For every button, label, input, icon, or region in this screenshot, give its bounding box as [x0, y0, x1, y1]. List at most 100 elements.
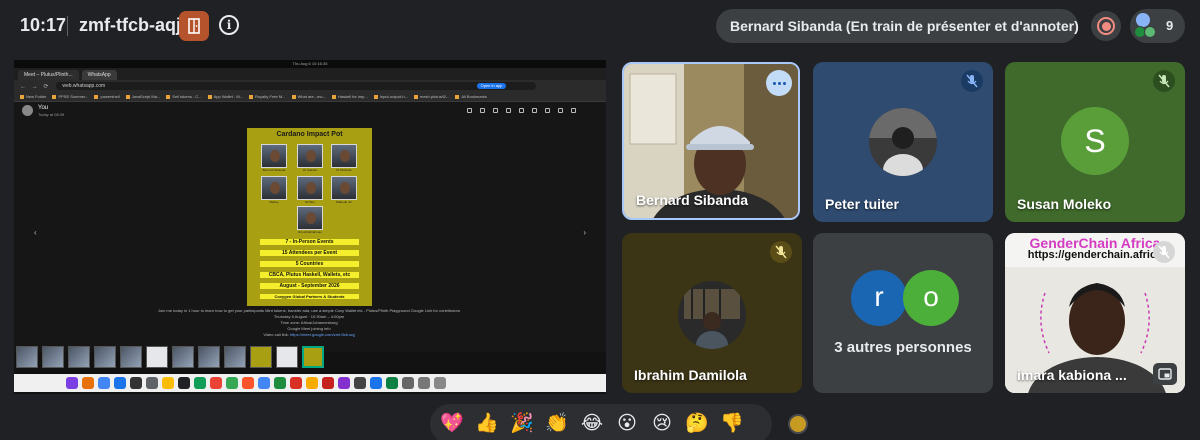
- avatar: o: [903, 270, 959, 326]
- app-icon: [146, 377, 158, 389]
- bookmark: All Bookmarks: [455, 94, 487, 99]
- app-icon: [82, 377, 94, 389]
- open-in-app-button: Open in app: [476, 83, 507, 89]
- speaker-photo: [297, 144, 323, 168]
- app-icon: [210, 377, 222, 389]
- description-line: Video call link: https://meet.google.com…: [144, 332, 474, 338]
- app-icon: [162, 377, 174, 389]
- shared-screen[interactable]: Thu Aug 6 10:16:35 Meet – Plutus/Plinth.…: [14, 60, 606, 394]
- speaker-caption: Olabode Jnr: [335, 200, 353, 204]
- info-icon[interactable]: i: [219, 15, 239, 35]
- reaction-laugh[interactable]: 😂: [576, 407, 608, 439]
- app-icon: [194, 377, 206, 389]
- taskbar-apps: [66, 377, 446, 389]
- poster-line: 15 Attendees per Event: [260, 250, 359, 256]
- bookmark: JavaScript Ma...: [126, 94, 161, 99]
- thumbnail: [250, 346, 272, 368]
- more-options-button[interactable]: [766, 70, 792, 96]
- app-icon: [386, 377, 398, 389]
- participants-button[interactable]: 9: [1130, 9, 1185, 43]
- bookmark: Input-output-h...: [374, 94, 408, 99]
- avatar: [22, 105, 33, 116]
- os-clock: Thu Aug 6 10:16:35: [14, 60, 606, 68]
- participant-tile-peter[interactable]: Peter tuiter: [813, 62, 993, 222]
- participant-name: Bernard Sibanda: [636, 192, 749, 208]
- event-poster: Cardano Impact Pot Bernard Sibanda Dr Ga…: [247, 128, 372, 306]
- app-icon: [274, 377, 286, 389]
- participant-count: 9: [1166, 18, 1174, 33]
- door-icon: [188, 18, 200, 34]
- speaker-photo: [297, 206, 323, 230]
- app-icon: [338, 377, 350, 389]
- speaker-caption: Dr Gabriel: [303, 168, 317, 172]
- media-header: You Today at 08:39: [14, 102, 606, 120]
- thumbnail: [276, 346, 298, 368]
- participant-tile-bernard[interactable]: Bernard Sibanda: [622, 62, 800, 220]
- top-bar: 10:17 zmf-tfcb-aqj i Bernard Sibanda (En…: [0, 0, 1200, 52]
- app-icon: [290, 377, 302, 389]
- bookmark: Haskell for imp...: [332, 94, 368, 99]
- bookmark: App Wallet - M...: [208, 94, 243, 99]
- presenter-chip[interactable]: Bernard Sibanda (En train de présenter e…: [716, 9, 1079, 43]
- thumbnail: [16, 346, 38, 368]
- reaction-surprised[interactable]: 😮: [611, 407, 643, 439]
- thumbnail: [198, 346, 220, 368]
- url-bar: web.whatsapp.com Open in app: [56, 82, 537, 90]
- bookmarks-bar: New Folder PPSE Summer... powershell Jav…: [14, 92, 606, 102]
- avatar: [1144, 26, 1156, 38]
- participant-name: Susan Moleko: [1017, 196, 1112, 212]
- avatar: r: [851, 270, 907, 326]
- poster-line: 5 Countries: [260, 261, 359, 267]
- app-icon: [226, 377, 238, 389]
- bookmark: PPSE Summer...: [52, 94, 88, 99]
- thumbnail: [120, 346, 142, 368]
- picture-in-picture-button[interactable]: [1153, 363, 1177, 385]
- speaker-photo: [331, 144, 357, 168]
- app-icon: [66, 377, 78, 389]
- poster-line: 7 - In-Person Events: [260, 239, 359, 245]
- participant-tile-imara[interactable]: GenderChain Africa https://genderchain.a…: [1005, 233, 1185, 393]
- app-icon: [178, 377, 190, 389]
- meeting-code: zmf-tfcb-aqj: [79, 15, 181, 35]
- speaker-photo: [297, 176, 323, 200]
- speaker-photo: [261, 144, 287, 168]
- nav-arrows-icon: ← → ⟳: [20, 83, 51, 90]
- recording-button[interactable]: [1091, 11, 1121, 41]
- pip-icon: [1158, 368, 1172, 380]
- participant-tile-others[interactable]: r o 3 autres personnes: [813, 233, 993, 393]
- reaction-clap[interactable]: 👏: [541, 407, 573, 439]
- reaction-sad[interactable]: 😢: [646, 407, 678, 439]
- app-icon: [354, 377, 366, 389]
- poster-line: August - September 2026: [260, 283, 359, 289]
- thumbnail: [68, 346, 90, 368]
- whatsapp-media-viewer: You Today at 08:39 ‹ › Cardano Impact Po…: [14, 102, 606, 352]
- reaction-thumbs-up[interactable]: 👍: [471, 407, 503, 439]
- skin-tone-button[interactable]: [788, 414, 808, 434]
- app-icon: [418, 377, 430, 389]
- participant-tile-susan[interactable]: S Susan Moleko: [1005, 62, 1185, 222]
- presenter-label: Bernard Sibanda (En train de présenter e…: [730, 18, 1079, 34]
- record-icon: [1097, 17, 1115, 35]
- chevron-left-icon: ‹: [34, 228, 37, 237]
- app-icon: [130, 377, 142, 389]
- bookmark: What are...mo...: [292, 94, 326, 99]
- reaction-party[interactable]: 🎉: [506, 407, 538, 439]
- browser-tabs: Meet – Plutus/Plinth... WhatsApp: [14, 68, 606, 80]
- participant-name: Peter tuiter: [825, 196, 899, 212]
- reaction-heart[interactable]: 💖: [436, 407, 468, 439]
- chevron-right-icon: ›: [583, 228, 586, 237]
- reaction-thinking[interactable]: 🤔: [681, 407, 713, 439]
- media-thumbnails: [14, 346, 606, 370]
- reaction-thumbs-down[interactable]: 👎: [716, 407, 748, 439]
- host-controls-button[interactable]: [179, 11, 209, 41]
- thumbnail: [224, 346, 246, 368]
- participant-tile-ibrahim[interactable]: Ibrahim Damilola: [622, 233, 802, 393]
- avatar: [1136, 13, 1150, 27]
- participant-name: imara kabiona ...: [1017, 367, 1127, 383]
- mic-off-icon: [770, 241, 792, 263]
- app-icon: [402, 377, 414, 389]
- thumbnail: [146, 346, 168, 368]
- browser-tab: Meet – Plutus/Plinth...: [18, 70, 79, 80]
- video-link-label: Video call link:: [263, 332, 290, 337]
- avatar: S: [1061, 107, 1129, 175]
